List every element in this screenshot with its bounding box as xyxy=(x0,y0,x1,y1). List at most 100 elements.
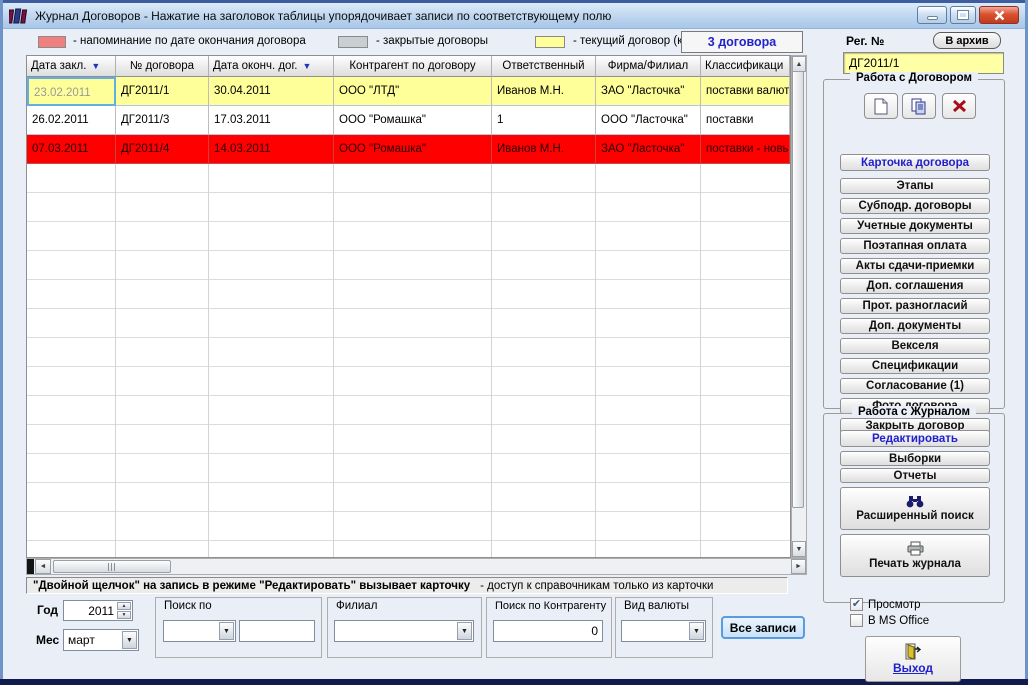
legend-swatch-current xyxy=(535,36,565,48)
preview-checkbox[interactable] xyxy=(850,598,863,611)
accounting-docs-button[interactable]: Учетные документы xyxy=(840,218,990,234)
table-cell[interactable]: ООО "ЛТД" xyxy=(334,77,492,106)
subcontracts-button[interactable]: Субподр. договоры xyxy=(840,198,990,214)
delete-contract-button[interactable] xyxy=(942,93,976,119)
scroll-up-icon[interactable]: ▲ xyxy=(792,56,806,72)
table-cell[interactable]: 14.03.2011 xyxy=(209,135,334,164)
preview-checkbox-label: Просмотр xyxy=(868,598,921,611)
vertical-scroll-thumb[interactable] xyxy=(792,56,804,508)
promissory-notes-button[interactable]: Векселя xyxy=(840,338,990,354)
vertical-scrollbar[interactable]: ▲ ▼ xyxy=(791,55,807,558)
current-cell[interactable]: 23.02.2011 xyxy=(27,77,116,106)
chevron-down-icon[interactable]: ▼ xyxy=(689,622,704,640)
table-row-current[interactable]: 23.02.2011 ДГ2011/1 30.04.2011 ООО "ЛТД"… xyxy=(27,77,790,106)
scroll-left-icon[interactable]: ◄ xyxy=(35,559,51,574)
column-header-date-signed[interactable]: Дата закл. ▼ xyxy=(27,56,116,77)
chevron-down-icon[interactable]: ▼ xyxy=(122,631,137,649)
approval-button[interactable]: Согласование (1) xyxy=(840,378,990,394)
month-select[interactable]: март ▼ xyxy=(63,629,139,651)
table-cell[interactable]: ООО "Ромашка" xyxy=(334,135,492,164)
scroll-right-icon[interactable]: ► xyxy=(791,559,806,574)
column-header-counterparty[interactable]: Контрагент по договору xyxy=(334,56,492,77)
contract-panel: Работа с Договором Карточка договора Эта… xyxy=(823,72,1005,434)
maximize-button[interactable] xyxy=(950,6,976,24)
print-journal-button[interactable]: Печать журнала xyxy=(840,534,990,577)
advanced-search-label: Расширенный поиск xyxy=(856,510,974,522)
preview-checkbox-row[interactable]: Просмотр xyxy=(850,598,921,611)
specifications-button[interactable]: Спецификации xyxy=(840,358,990,374)
all-records-button[interactable]: Все записи xyxy=(721,616,805,639)
currency-select[interactable]: ▼ xyxy=(621,620,706,642)
table-cell[interactable]: ЗАО "Ласточка" xyxy=(596,77,701,106)
year-stepper[interactable]: ▲ ▼ xyxy=(63,600,133,621)
search-by-label: Поиск по xyxy=(164,600,212,612)
selections-button[interactable]: Выборки xyxy=(840,451,990,466)
chevron-down-icon[interactable]: ▼ xyxy=(219,622,234,640)
exit-button[interactable]: Выход xyxy=(865,636,961,682)
msoffice-checkbox-label: В MS Office xyxy=(868,614,930,627)
reg-number-field[interactable]: ДГ2011/1 xyxy=(843,52,1004,74)
column-header-date-end[interactable]: Дата оконч. дог. ▼ xyxy=(209,56,334,77)
table-cell[interactable]: 17.03.2011 xyxy=(209,106,334,135)
splitter-handle[interactable] xyxy=(27,559,34,574)
currency-value xyxy=(626,621,687,641)
contract-card-button[interactable]: Карточка договора xyxy=(840,154,990,171)
contracts-table: Дата закл. ▼ № договора Дата оконч. дог. ▼… xyxy=(26,55,791,558)
search-by-input[interactable] xyxy=(239,620,315,642)
new-contract-button[interactable] xyxy=(864,93,898,119)
reports-button[interactable]: Отчеты xyxy=(840,468,990,483)
table-cell[interactable]: поставки xyxy=(701,106,790,135)
chevron-down-icon[interactable]: ▼ xyxy=(457,622,472,640)
counterparty-input[interactable] xyxy=(493,620,603,642)
close-button[interactable] xyxy=(979,6,1019,24)
branch-value xyxy=(339,621,455,641)
table-row-reminder[interactable]: 07.03.2011 ДГ2011/4 14.03.2011 ООО "Рома… xyxy=(27,135,790,164)
table-cell[interactable]: 1 xyxy=(492,106,596,135)
column-header-responsible[interactable]: Ответственный xyxy=(492,56,596,77)
table-cell[interactable]: поставки валют xyxy=(701,77,790,106)
table-row[interactable]: 26.02.2011 ДГ2011/3 17.03.2011 ООО "Рома… xyxy=(27,106,790,135)
sort-desc-icon: ▼ xyxy=(302,61,312,71)
disagreement-protocols-button[interactable]: Прот. разногласий xyxy=(840,298,990,314)
table-cell[interactable]: ООО "Ромашка" xyxy=(334,106,492,135)
advanced-search-button[interactable]: Расширенный поиск xyxy=(840,487,990,530)
table-cell[interactable]: ЗАО "Ласточка" xyxy=(596,135,701,164)
column-header-firm[interactable]: Фирма/Филиал xyxy=(596,56,701,77)
table-empty-rows xyxy=(27,164,790,557)
spin-up-icon[interactable]: ▲ xyxy=(117,602,131,610)
search-by-select[interactable]: ▼ xyxy=(163,620,236,642)
titlebar[interactable]: Журнал Договоров - Нажатие на заголовок … xyxy=(3,3,1025,29)
stages-button[interactable]: Этапы xyxy=(840,178,990,194)
table-cell[interactable]: 30.04.2011 xyxy=(209,77,334,106)
table-cell[interactable]: 26.02.2011 xyxy=(27,106,116,135)
table-cell[interactable]: Иванов М.Н. xyxy=(492,77,596,106)
minimize-button[interactable] xyxy=(917,6,947,24)
msoffice-checkbox[interactable] xyxy=(850,614,863,627)
table-cell[interactable]: ДГ2011/4 xyxy=(116,135,209,164)
additional-docs-button[interactable]: Доп. документы xyxy=(840,318,990,334)
column-header-contract-number[interactable]: № договора xyxy=(116,56,209,77)
spin-down-icon[interactable]: ▼ xyxy=(117,611,131,619)
column-header-classification[interactable]: Классификаци xyxy=(701,56,790,77)
table-cell[interactable]: 07.03.2011 xyxy=(27,135,116,164)
copy-contract-button[interactable] xyxy=(902,93,936,119)
horizontal-scrollbar[interactable]: ◄ ► xyxy=(26,558,807,575)
to-archive-button[interactable]: В архив xyxy=(933,32,1001,49)
legend-swatch-reminder xyxy=(38,36,66,48)
acceptance-acts-button[interactable]: Акты сдачи-приемки xyxy=(840,258,990,274)
table-cell[interactable]: ДГ2011/1 xyxy=(116,77,209,106)
scroll-down-icon[interactable]: ▼ xyxy=(792,541,806,557)
table-cell[interactable]: ДГ2011/3 xyxy=(116,106,209,135)
addendums-button[interactable]: Доп. соглашения xyxy=(840,278,990,294)
branch-select[interactable]: ▼ xyxy=(334,620,474,642)
table-cell[interactable]: Иванов М.Н. xyxy=(492,135,596,164)
table-cell[interactable]: ООО "Ласточка" xyxy=(596,106,701,135)
table-cell[interactable]: поставки - новые xyxy=(701,135,790,164)
staged-payment-button[interactable]: Поэтапная оплата xyxy=(840,238,990,254)
horizontal-scroll-thumb[interactable] xyxy=(53,560,171,573)
edit-button[interactable]: Редактировать xyxy=(840,430,990,447)
counterparty-label: Поиск по Контрагенту xyxy=(495,600,607,612)
legend-swatch-closed xyxy=(338,36,368,48)
window-title: Журнал Договоров - Нажатие на заголовок … xyxy=(35,8,612,23)
msoffice-checkbox-row[interactable]: В MS Office xyxy=(850,614,929,627)
